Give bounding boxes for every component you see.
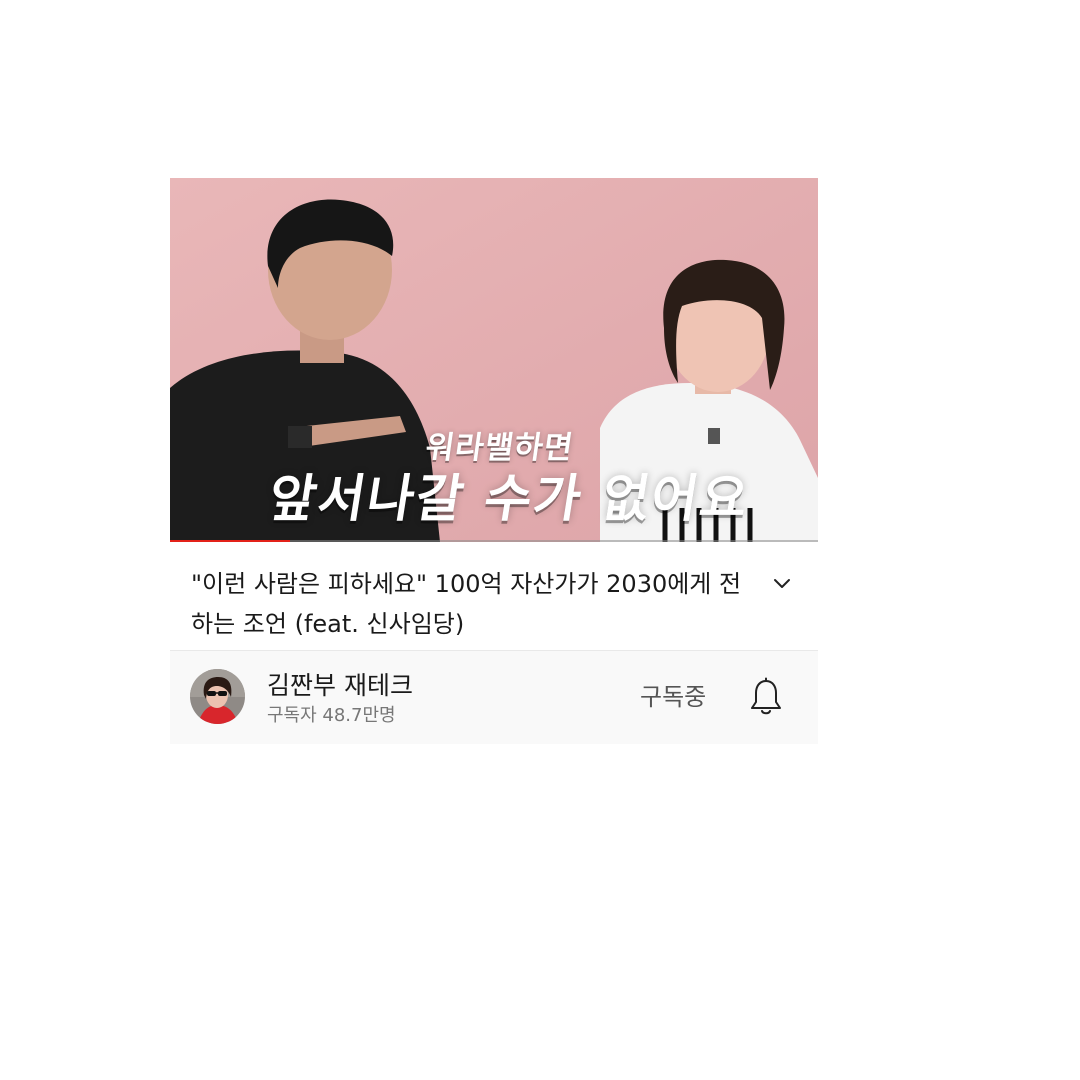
bell-icon[interactable] xyxy=(748,677,784,717)
subscriber-count: 구독자 48.7만명 xyxy=(267,705,396,726)
progress-bar[interactable] xyxy=(170,540,818,542)
channel-avatar[interactable] xyxy=(190,669,245,724)
thumbnail-caption-big: 앞서나갈 수가 없어요 xyxy=(264,470,754,529)
video-title: "이런 사람은 피하세요" 100억 자산가가 2030에게 전하는 조언 (f… xyxy=(191,570,742,638)
subscribed-button[interactable]: 구독중 xyxy=(640,677,706,712)
progress-bar-played xyxy=(170,540,290,542)
channel-name[interactable]: 김짠부 재테크 xyxy=(267,666,413,702)
video-title-row[interactable]: "이런 사람은 피하세요" 100억 자산가가 2030에게 전하는 조언 (f… xyxy=(170,544,818,650)
chevron-down-icon[interactable] xyxy=(768,570,796,598)
channel-row: 김짠부 재테크 구독자 48.7만명 구독중 xyxy=(170,651,818,744)
avatar-image xyxy=(190,669,245,724)
video-player[interactable]: 워라밸하면 앞서나갈 수가 없어요 xyxy=(170,178,818,542)
video-card: 워라밸하면 앞서나갈 수가 없어요 "이런 사람은 피하세요" 100억 자산가… xyxy=(170,178,818,744)
